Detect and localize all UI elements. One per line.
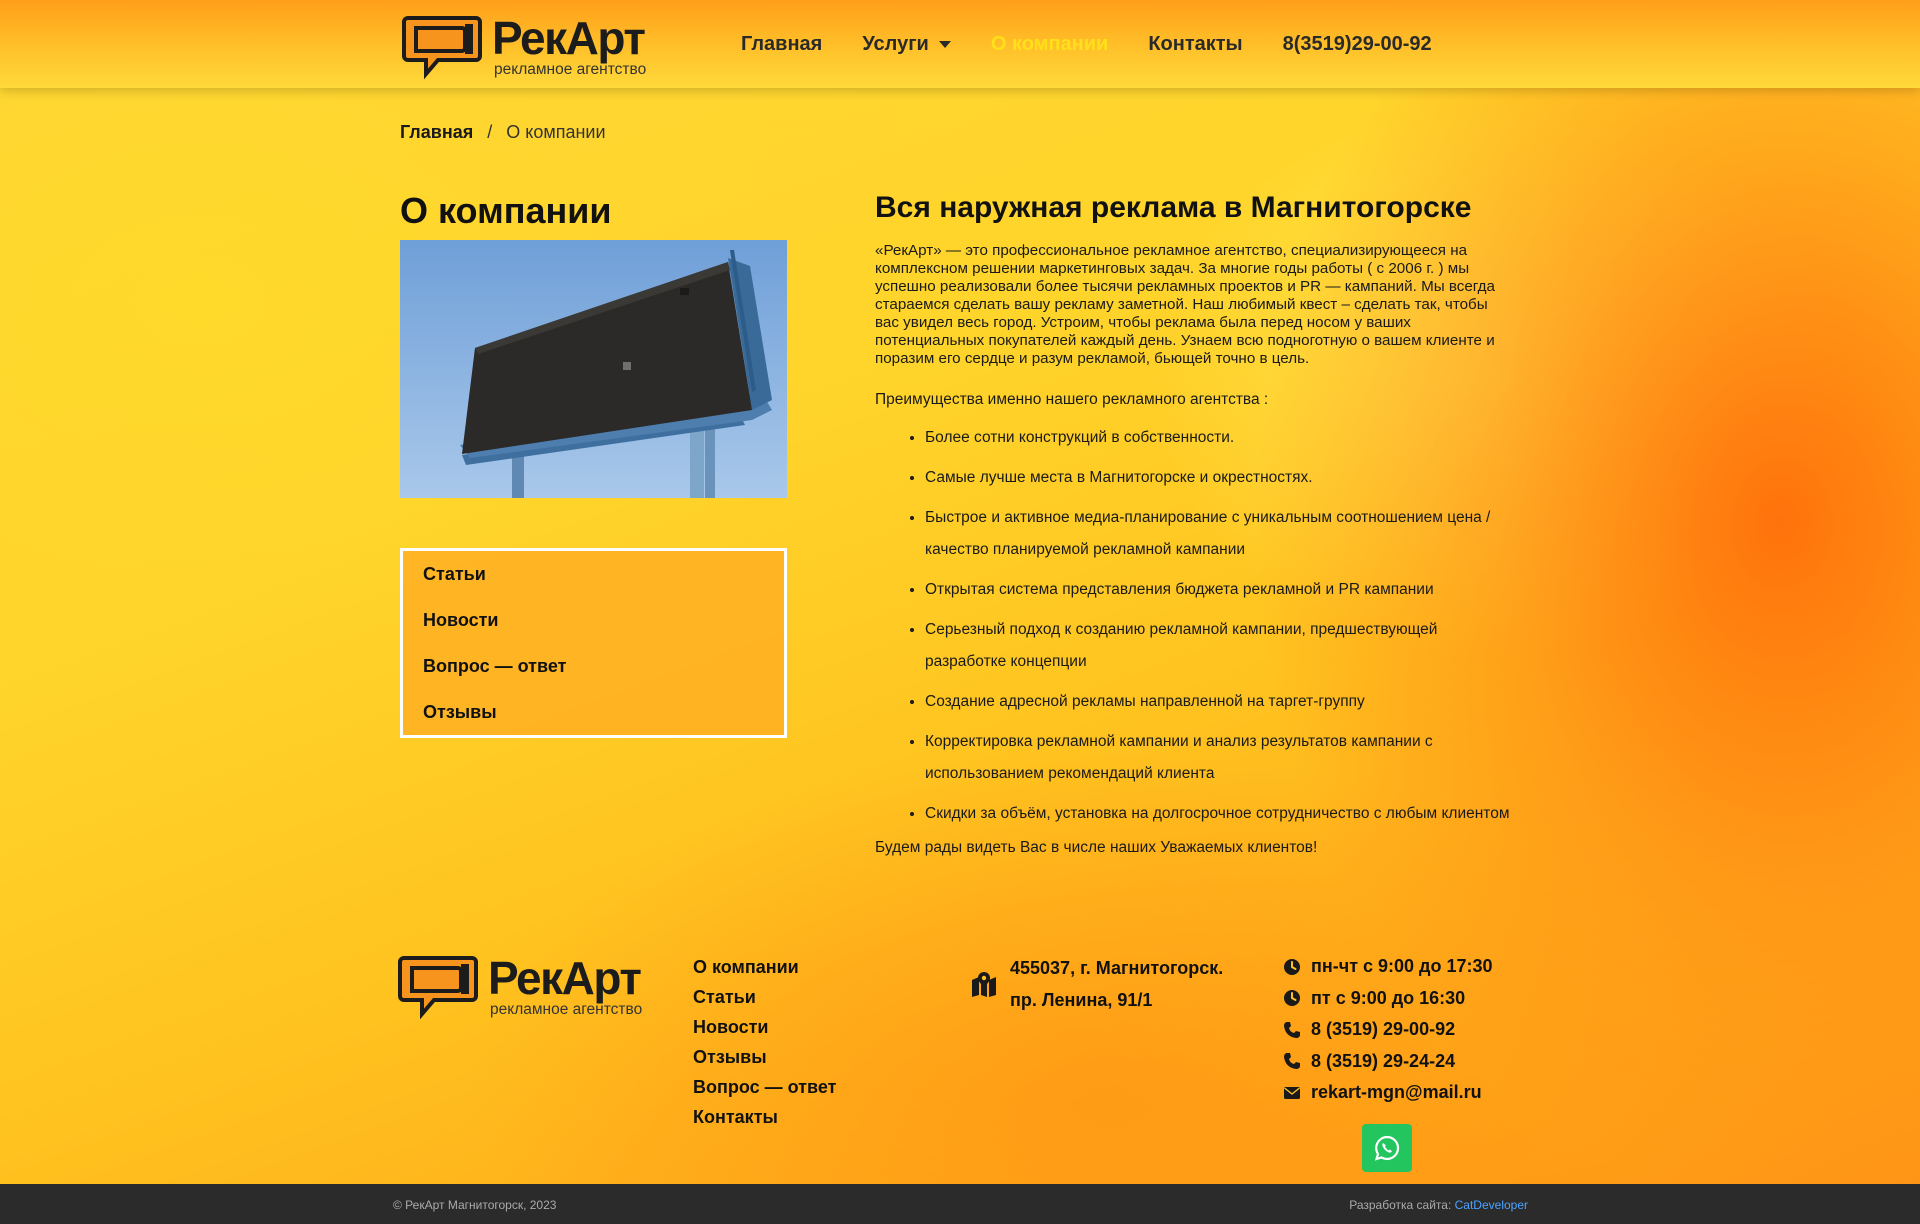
footer-link-about[interactable]: О компании	[693, 952, 836, 982]
clock-icon	[1284, 958, 1300, 975]
nav-about[interactable]: О компании	[991, 33, 1108, 56]
phone-icon	[1284, 1021, 1300, 1038]
footer-phone-1[interactable]: 8 (3519) 29-00-92	[1311, 1019, 1455, 1040]
nav-phone[interactable]: 8(3519)29-00-92	[1283, 33, 1432, 56]
footer-nav: О компании Статьи Новости Отзывы Вопрос …	[693, 952, 836, 1132]
copyright: © РекАрт Магнитогорск, 2023	[393, 1198, 557, 1212]
logo-name: РекАрт	[492, 12, 646, 64]
list-item: Создание адресной рекламы направленной н…	[925, 686, 1515, 718]
list-item: Более сотни конструкций в собственности.	[925, 422, 1515, 454]
list-item: Серьезный подход к созданию рекламной ка…	[925, 614, 1515, 678]
developer-credit: Разработка сайта: CatDeveloper	[1349, 1198, 1528, 1212]
breadcrumb-separator: /	[487, 122, 493, 142]
logo-tagline: рекламное агентство	[490, 1001, 643, 1018]
logo-tagline: рекламное агентство	[494, 61, 647, 78]
clock-icon	[1284, 990, 1300, 1007]
closing-text: Будем рады видеть Вас в числе наших Уваж…	[875, 839, 1318, 856]
intro-paragraph: «РекАрт» — это профессиональное рекламно…	[875, 242, 1495, 367]
list-item: Самые лучше места в Магнитогорске и окре…	[925, 462, 1515, 494]
nav-services-label: Услуги	[862, 32, 929, 55]
hours-row: пн-чт с 9:00 до 17:30	[1283, 951, 1493, 983]
footer-link-news[interactable]: Новости	[693, 1012, 836, 1042]
list-item: Быстрое и активное медиа-планирование с …	[925, 502, 1515, 566]
sidebar-menu: Статьи Новости Вопрос — ответ Отзывы	[400, 548, 787, 738]
sidebar-item-articles[interactable]: Статьи	[423, 561, 784, 607]
advantages-title: Преимущества именно нашего рекламного аг…	[875, 391, 1269, 408]
breadcrumb: Главная / О компании	[400, 122, 606, 143]
phone-row[interactable]: 8 (3519) 29-00-92	[1283, 1014, 1493, 1046]
bottom-bar: © РекАрт Магнитогорск, 2023 Разработка с…	[0, 1184, 1920, 1224]
breadcrumb-home[interactable]: Главная	[400, 122, 473, 143]
list-item: Скидки за объём, установка на долгосрочн…	[925, 798, 1515, 830]
caret-down-icon	[938, 40, 951, 48]
address-line-1: 455037, г. Магнитогорск.	[1010, 958, 1224, 978]
email-row[interactable]: rekart-mgn@mail.ru	[1283, 1077, 1493, 1109]
whatsapp-button[interactable]	[1362, 1124, 1412, 1172]
advantages-list: Более сотни конструкций в собственности.…	[925, 422, 1515, 830]
footer-address: 455037, г. Магнитогорск. пр. Ленина, 91/…	[970, 952, 1223, 1016]
footer-link-faq[interactable]: Вопрос — ответ	[693, 1072, 836, 1102]
site-header: РекАрт рекламное агентство Главная Услуг…	[0, 0, 1920, 88]
footer-phone-2[interactable]: 8 (3519) 29-24-24	[1311, 1051, 1455, 1072]
sidebar-item-faq[interactable]: Вопрос — ответ	[423, 653, 784, 699]
sidebar-item-reviews[interactable]: Отзывы	[423, 699, 784, 745]
phone-row[interactable]: 8 (3519) 29-24-24	[1283, 1046, 1493, 1078]
whatsapp-icon	[1374, 1135, 1400, 1161]
hours-friday: пт с 9:00 до 16:30	[1311, 987, 1466, 1008]
list-item: Корректировка рекламной кампании и анали…	[925, 726, 1515, 790]
developer-label: Разработка сайта:	[1349, 1198, 1452, 1212]
hours-weekdays: пн-чт с 9:00 до 17:30	[1311, 956, 1493, 977]
footer-link-reviews[interactable]: Отзывы	[693, 1042, 836, 1072]
footer-link-contacts[interactable]: Контакты	[693, 1102, 836, 1132]
map-icon	[972, 972, 996, 997]
footer-logo[interactable]: РекАрт рекламное агентство	[398, 948, 646, 1022]
breadcrumb-current: О компании	[506, 122, 606, 142]
list-item: Открытая система представления бюджета р…	[925, 574, 1515, 606]
main-content: Вся наружная реклама в Магнитогорске «Ре…	[875, 188, 1515, 858]
footer-link-articles[interactable]: Статьи	[693, 982, 836, 1012]
sidebar-item-news[interactable]: Новости	[423, 607, 784, 653]
billboard-image	[400, 240, 787, 498]
phone-icon	[1284, 1053, 1300, 1070]
logo-name: РекАрт	[488, 952, 642, 1004]
main-nav: Главная Услуги О компании Контакты 8(351…	[741, 0, 1472, 88]
envelope-icon	[1284, 1086, 1300, 1099]
hours-row: пт с 9:00 до 16:30	[1283, 983, 1493, 1015]
footer-contacts: пн-чт с 9:00 до 17:30 пт с 9:00 до 16:30…	[1283, 951, 1493, 1109]
page-title: О компании	[400, 190, 612, 231]
address-line-2: пр. Ленина, 91/1	[1010, 990, 1153, 1010]
site-logo[interactable]: РекАрт рекламное агентство	[402, 8, 650, 82]
logo-speech-bubble-icon	[398, 956, 478, 1020]
footer-email[interactable]: rekart-mgn@mail.ru	[1311, 1082, 1482, 1103]
content-heading: Вся наружная реклама в Магнитогорске	[875, 191, 1472, 224]
nav-home[interactable]: Главная	[741, 33, 822, 56]
nav-services[interactable]: Услуги	[862, 33, 951, 56]
logo-speech-bubble-icon	[402, 16, 482, 80]
nav-contacts[interactable]: Контакты	[1148, 33, 1242, 56]
developer-link[interactable]: CatDeveloper	[1455, 1198, 1528, 1212]
